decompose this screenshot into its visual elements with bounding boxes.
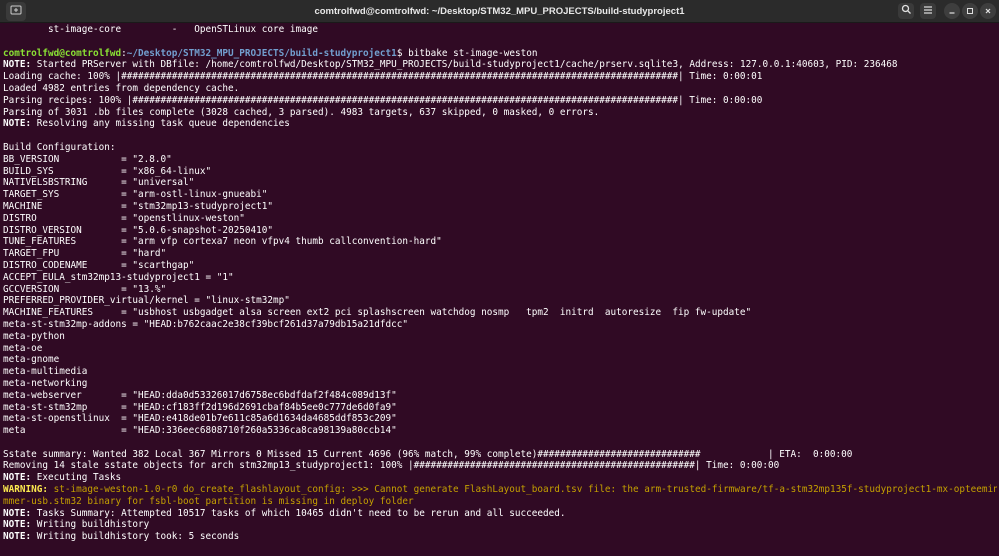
output-line: Loaded 4982 entries from dependency cach…	[3, 82, 240, 94]
warning-text-continued: mmer-usb.stm32 binary for fsbl-boot part…	[3, 495, 414, 507]
close-icon	[984, 2, 992, 20]
title-bar: comtrolfwd@comtrolfwd: ~/Desktop/STM32_M…	[0, 0, 999, 23]
config-line: NATIVELSBSTRING = "universal"	[3, 177, 195, 189]
terminal-window: comtrolfwd@comtrolfwd: ~/Desktop/STM32_M…	[0, 0, 999, 556]
config-line: TARGET_SYS = "arm-ostl-linux-gnueabi"	[3, 189, 268, 201]
terminal-output[interactable]: st-image-core - OpenSTLinux core image c…	[3, 24, 997, 556]
config-line: meta = "HEAD:336eec6808710f260a5336ca8ca…	[3, 425, 397, 437]
config-line: BUILD_SYS = "x86_64-linux"	[3, 165, 212, 177]
note-text: Resolving any missing task queue depende…	[31, 118, 290, 130]
config-line: meta-st-stm32mp-addons = "HEAD:b762caac2…	[3, 318, 409, 330]
prompt-line: comtrolfwd@comtrolfwd:~/Desktop/STM32_MP…	[3, 48, 997, 60]
menu-button[interactable]	[920, 3, 936, 19]
search-button[interactable]	[898, 3, 914, 19]
note-text: Executing Tasks	[31, 472, 122, 484]
note-label: NOTE:	[3, 118, 32, 130]
config-line: GCCVERSION = "13.%"	[3, 283, 167, 295]
note-line: NOTE: Writing buildhistory	[3, 519, 997, 531]
config-line: MACHINE_FEATURES = "usbhost usbgadget al…	[3, 307, 752, 319]
warning-line: mmer-usb.stm32 binary for fsbl-boot part…	[3, 496, 997, 508]
note-text: Tasks Summary: Attempted 10517 tasks of …	[31, 507, 566, 519]
config-line: meta-oe	[3, 342, 43, 354]
config-line: meta-python	[3, 330, 65, 342]
note-label: NOTE:	[3, 507, 32, 519]
window-title: comtrolfwd@comtrolfwd: ~/Desktop/STM32_M…	[314, 6, 685, 17]
warning-text: st-image-weston-1.0-r0 do_create_flashla…	[48, 484, 997, 496]
output-line: Parsing recipes: 100% |#################…	[3, 94, 763, 106]
warning-line: WARNING: st-image-weston-1.0-r0 do_creat…	[3, 484, 997, 496]
prompt-command: bitbake st-image-weston	[402, 47, 538, 59]
config-line: TUNE_FEATURES = "arm vfp cortexa7 neon v…	[3, 236, 442, 248]
config-line: meta-st-openstlinux = "HEAD:e418de01b7e6…	[3, 413, 397, 425]
config-line: MACHINE = "stm32mp13-studyproject1"	[3, 200, 274, 212]
config-line: ACCEPT_EULA_stm32mp13-studyproject1 = "1…	[3, 271, 234, 283]
note-label: NOTE:	[3, 59, 32, 71]
note-line: NOTE: Tasks Summary: Attempted 10517 tas…	[3, 508, 997, 520]
close-button[interactable]	[980, 3, 996, 19]
new-tab-button[interactable]	[6, 2, 26, 21]
config-line: meta-webserver = "HEAD:dda0d53326017d675…	[3, 389, 397, 401]
prompt-path: ~/Desktop/STM32_MPU_PROJECTS/build-study…	[126, 47, 397, 59]
config-line: DISTRO_VERSION = "5.0.6-snapshot-2025041…	[3, 224, 274, 236]
note-text: Writing buildhistory took: 5 seconds	[31, 531, 240, 543]
prompt-user: comtrolfwd@comtrolfwd	[3, 47, 122, 59]
maximize-button[interactable]	[962, 3, 978, 19]
maximize-icon	[966, 2, 974, 20]
config-line: TARGET_FPU = "hard"	[3, 248, 167, 260]
note-text: Started PRServer with DBfile: /home/comt…	[31, 59, 898, 71]
warning-label: WARNING:	[3, 484, 49, 496]
minimize-icon	[948, 2, 956, 20]
config-line: PREFERRED_PROVIDER_virtual/kernel = "lin…	[3, 295, 290, 307]
output-line: Loading cache: 100% |###################…	[3, 71, 763, 83]
minimize-button[interactable]	[944, 3, 960, 19]
config-line: DISTRO = "openstlinux-weston"	[3, 212, 245, 224]
note-label: NOTE:	[3, 519, 32, 531]
note-text: Writing buildhistory	[31, 519, 150, 531]
config-line: meta-st-stm32mp = "HEAD:cf183ff2d196d269…	[3, 401, 397, 413]
config-line: meta-gnome	[3, 354, 60, 366]
build-config-title: Build Configuration:	[3, 141, 116, 153]
output-line: Sstate summary: Wanted 382 Local 367 Mir…	[3, 448, 853, 460]
note-line: NOTE: Resolving any missing task queue d…	[3, 118, 997, 130]
config-line: meta-networking	[3, 377, 88, 389]
config-line: DISTRO_CODENAME = "scarthgap"	[3, 259, 195, 271]
config-line: meta-multimedia	[3, 366, 88, 378]
note-line: NOTE: Started PRServer with DBfile: /hom…	[3, 59, 997, 71]
note-line: NOTE: Executing Tasks	[3, 472, 997, 484]
search-icon	[901, 2, 912, 20]
output-line: st-image-core - OpenSTLinux core image	[3, 24, 319, 35]
note-label: NOTE:	[3, 472, 32, 484]
hamburger-menu-icon	[923, 2, 933, 20]
config-line: BB_VERSION = "2.8.0"	[3, 153, 172, 165]
new-tab-icon	[10, 3, 22, 21]
note-label: NOTE:	[3, 531, 32, 543]
output-line: Removing 14 stale sstate objects for arc…	[3, 460, 780, 472]
note-line: NOTE: Writing buildhistory took: 5 secon…	[3, 531, 997, 543]
output-line: Parsing of 3031 .bb files complete (3028…	[3, 106, 600, 118]
